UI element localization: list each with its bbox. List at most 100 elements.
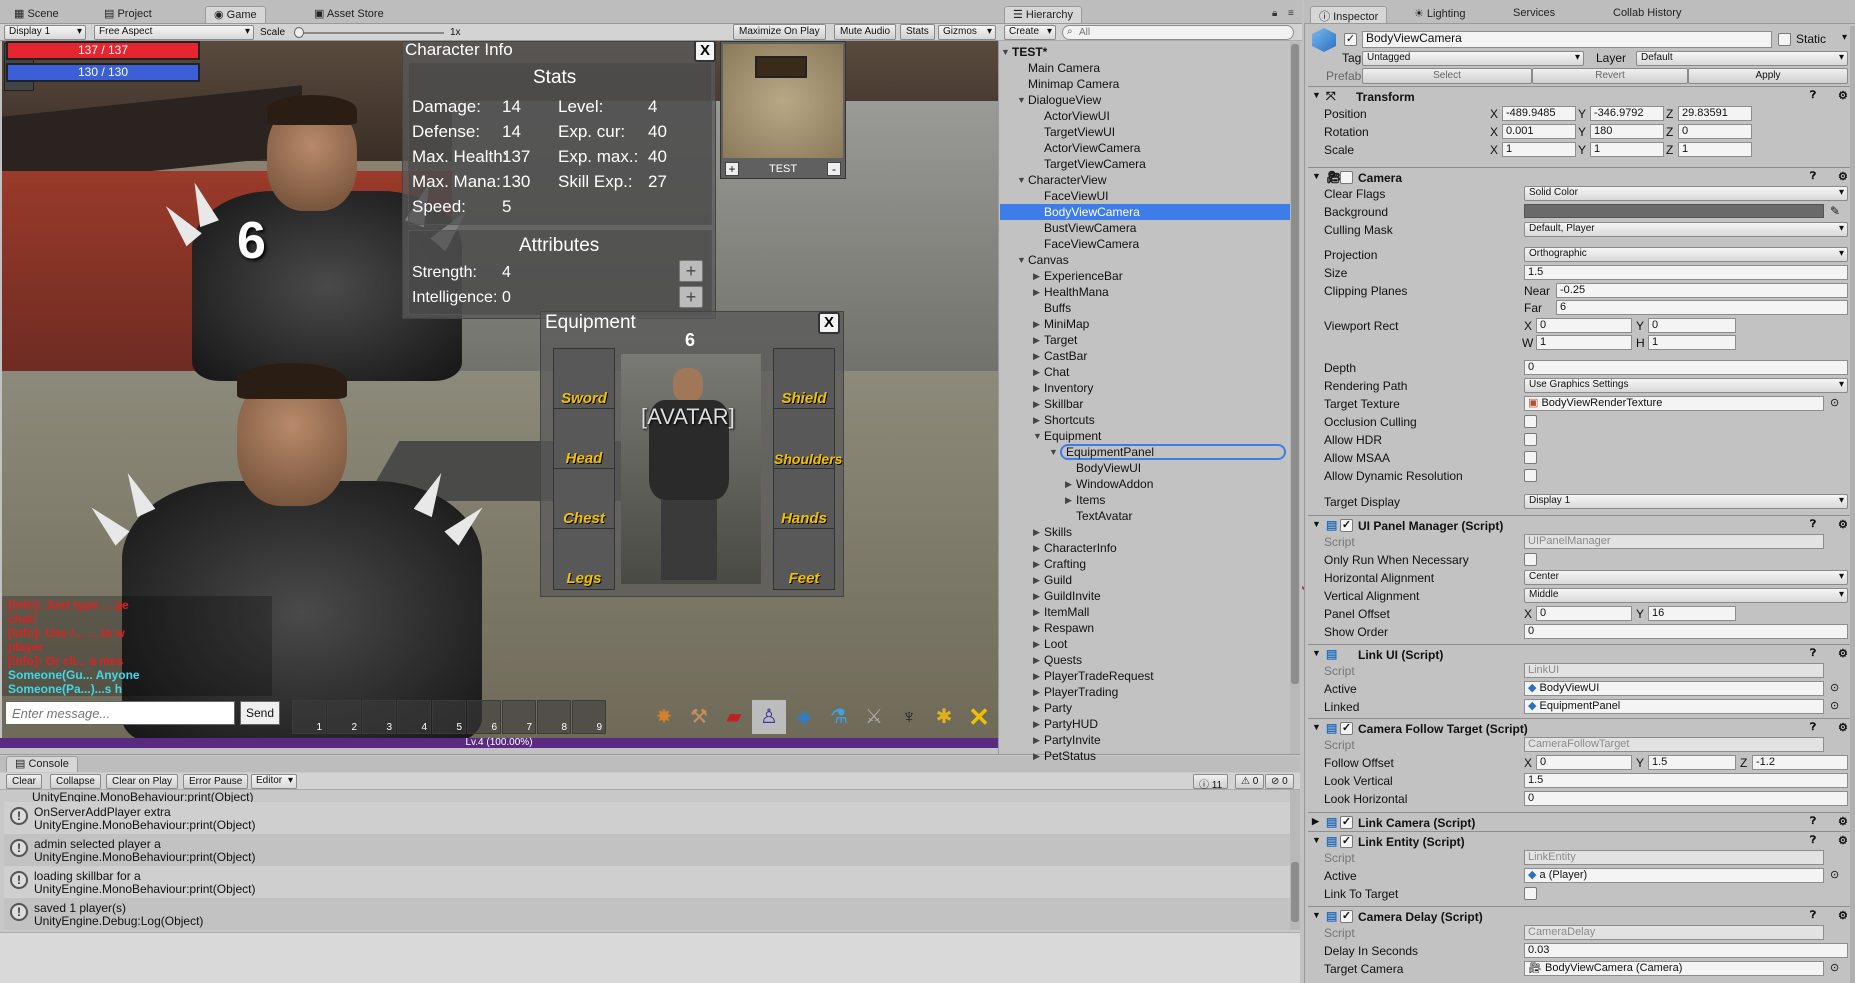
collapse-arrow-icon[interactable]: ▶ xyxy=(1033,716,1040,732)
far-field[interactable]: 6 xyxy=(1556,300,1848,315)
help-icon[interactable]: ❓︎ xyxy=(1810,171,1816,182)
equipment-slot-head[interactable]: Head xyxy=(553,408,615,470)
collapse-arrow-icon[interactable]: ▶ xyxy=(1033,684,1040,700)
tab-scene[interactable]: ▦ Scene xyxy=(6,6,67,23)
collapse-arrow-icon[interactable]: ▶ xyxy=(1033,524,1040,540)
console-log-entry[interactable]: ! OnServerAddPlayer extra UnityEngine.Mo… xyxy=(4,802,1294,834)
inspector-scrollbar[interactable] xyxy=(1850,26,1855,983)
hierarchy-item[interactable]: ▼ TEST* xyxy=(1000,44,1292,60)
gear-icon[interactable]: ⚙ xyxy=(1838,909,1848,922)
hierarchy-item[interactable]: ▼ CharacterView xyxy=(1000,172,1292,188)
aspect-dropdown[interactable]: Free Aspect xyxy=(94,25,254,40)
stats-button[interactable]: Stats xyxy=(900,24,935,40)
hierarchy-item[interactable]: Buffs xyxy=(1000,300,1292,316)
settings-shortcut-icon[interactable]: ✱ xyxy=(927,700,961,734)
rendering-path-dropdown[interactable]: Use Graphics Settings xyxy=(1524,378,1848,393)
console-editor-dropdown[interactable]: Editor xyxy=(251,774,297,789)
collapse-arrow-icon[interactable]: ▶ xyxy=(1033,556,1040,572)
hierarchy-item[interactable]: ▶ Loot xyxy=(1000,636,1292,652)
hierarchy-item[interactable]: ▶ WindowAddon xyxy=(1000,476,1292,492)
minimap-zoom-in-button[interactable]: + xyxy=(725,162,739,176)
hotbar-slot[interactable]: 9 xyxy=(572,700,606,734)
clear-flags-dropdown[interactable]: Solid Color xyxy=(1524,186,1848,201)
collapse-arrow-icon[interactable]: ▶ xyxy=(1033,588,1040,604)
pet-shortcut-icon[interactable]: ♆ xyxy=(892,700,926,734)
viewport-h-field[interactable]: 1 xyxy=(1648,335,1736,350)
collapse-arrow-icon[interactable]: ▶ xyxy=(1033,268,1040,284)
console-error-toggle[interactable]: ⊘ 0 xyxy=(1265,774,1294,789)
follow-offset-x-field[interactable]: 0 xyxy=(1536,755,1632,770)
rotation-z-field[interactable]: 0 xyxy=(1678,124,1752,139)
console-log-entry[interactable]: ! loading skillbar for a UnityEngine.Mon… xyxy=(4,866,1294,898)
link-camera-enabled-checkbox[interactable]: ✓ xyxy=(1340,816,1353,829)
eyedropper-icon[interactable]: ✎ xyxy=(1830,204,1840,218)
hierarchy-item[interactable]: ▶ ExperienceBar xyxy=(1000,268,1292,284)
delay-in-seconds-field[interactable]: 0.03 xyxy=(1524,943,1848,958)
camera-delay-header[interactable]: ▼ ▤ ✓ Camera Delay (Script) ❓︎ ⚙ xyxy=(1308,906,1854,925)
hierarchy-item[interactable]: Main Camera xyxy=(1000,60,1292,76)
collapse-arrow-icon[interactable]: ▶ xyxy=(1033,572,1040,588)
culling-mask-dropdown[interactable]: Default, Player xyxy=(1524,222,1848,237)
panel-offset-y-field[interactable]: 16 xyxy=(1648,606,1736,621)
gear-icon[interactable]: ⚙ xyxy=(1838,518,1848,531)
console-warning-toggle[interactable]: ⚠ 0 xyxy=(1235,774,1265,789)
help-icon[interactable]: ❓︎ xyxy=(1810,519,1816,530)
object-picker-icon[interactable]: ⊙ xyxy=(1830,868,1839,881)
size-field[interactable]: 1.5 xyxy=(1524,265,1848,280)
crafting-shortcut-icon[interactable]: ⚒ xyxy=(682,700,716,734)
hotbar-slot[interactable]: 4 xyxy=(397,700,431,734)
hierarchy-item[interactable]: ▶ Quests xyxy=(1000,652,1292,668)
camera-enabled-checkbox[interactable] xyxy=(1340,171,1353,184)
console-scrollbar-thumb[interactable] xyxy=(1291,862,1299,922)
hierarchy-item[interactable]: ▶ Skills xyxy=(1000,524,1292,540)
target-camera-field[interactable]: 🎥︎ BodyViewCamera (Camera) xyxy=(1524,961,1824,976)
console-clear-on-play-button[interactable]: Clear on Play xyxy=(106,774,179,789)
hierarchy-item[interactable]: ▶ PlayerTradeRequest xyxy=(1000,668,1292,684)
prefab-revert-button[interactable]: Revert xyxy=(1532,68,1688,84)
scale-x-field[interactable]: 1 xyxy=(1502,142,1576,157)
hierarchy-item[interactable]: ▶ Guild xyxy=(1000,572,1292,588)
projection-dropdown[interactable]: Orthographic xyxy=(1524,247,1848,262)
hierarchy-create-dropdown[interactable]: Create xyxy=(1004,25,1056,40)
collapse-arrow-icon[interactable]: ▶ xyxy=(1033,604,1040,620)
game-view[interactable]: 6 137 / 137 130 / 130 Character Info X S… xyxy=(2,41,998,744)
equipment-close-button[interactable]: X xyxy=(818,312,840,334)
collapse-arrow-icon[interactable]: ▶ xyxy=(1065,492,1072,508)
equipment-slot-feet[interactable]: Feet xyxy=(773,528,835,590)
allow-dynamic-resolution-checkbox[interactable] xyxy=(1524,469,1537,482)
equipment-slot-chest[interactable]: Chest xyxy=(553,468,615,530)
object-picker-icon[interactable]: ⊙ xyxy=(1830,681,1839,694)
follow-offset-z-field[interactable]: -1.2 xyxy=(1752,755,1848,770)
tab-console[interactable]: ▤ Console xyxy=(6,756,78,772)
link-ui-active-field[interactable]: ◆ BodyViewUI xyxy=(1524,681,1824,696)
help-icon[interactable]: ❓︎ xyxy=(1810,90,1816,101)
tab-asset-store[interactable]: ▣ Asset Store xyxy=(306,6,392,23)
hierarchy-item[interactable]: ▶ Chat xyxy=(1000,364,1292,380)
object-picker-icon[interactable]: ⊙ xyxy=(1830,961,1839,974)
console-log-entry[interactable]: ! saved 1 player(s) UnityEngine.Debug:Lo… xyxy=(4,898,1294,930)
tab-game[interactable]: ◉ Game xyxy=(205,6,266,23)
close-shortcut-icon[interactable]: ✕ xyxy=(962,700,996,734)
hierarchy-item[interactable]: TargetViewCamera xyxy=(1000,156,1292,172)
scale-z-field[interactable]: 1 xyxy=(1678,142,1752,157)
hierarchy-item[interactable]: ▶ Party xyxy=(1000,700,1292,716)
hierarchy-item[interactable]: ▶ PartyInvite xyxy=(1000,732,1292,748)
prefab-apply-button[interactable]: Apply xyxy=(1688,68,1848,84)
quests-book-icon[interactable]: ▰ xyxy=(717,700,751,734)
equipment-slot-sword[interactable]: Sword xyxy=(553,348,615,410)
collapse-arrow-icon[interactable]: ▶ xyxy=(1033,380,1040,396)
chat-input[interactable] xyxy=(5,701,235,725)
collapse-arrow-icon[interactable]: ▶ xyxy=(1033,412,1040,428)
hierarchy-item[interactable]: FaceViewCamera xyxy=(1000,236,1292,252)
equipment-slot-shield[interactable]: Shield xyxy=(773,348,835,410)
hierarchy-item[interactable]: ▶ CharacterInfo xyxy=(1000,540,1292,556)
hierarchy-item[interactable]: ▶ Skillbar xyxy=(1000,396,1292,412)
collapse-arrow-icon[interactable]: ▶ xyxy=(1033,364,1040,380)
gameobject-active-checkbox[interactable]: ✓ xyxy=(1344,33,1357,46)
link-entity-header[interactable]: ▼ ▤ ✓ Link Entity (Script) ❓︎ ⚙ xyxy=(1308,831,1854,850)
only-run-checkbox[interactable] xyxy=(1524,553,1537,566)
expand-arrow-icon[interactable]: ▼ xyxy=(1049,444,1058,460)
console-log-entry[interactable]: ! admin selected player a UnityEngine.Mo… xyxy=(4,834,1294,866)
hierarchy-item[interactable]: TextAvatar xyxy=(1000,508,1292,524)
prefab-select-button[interactable]: Select xyxy=(1362,68,1532,84)
